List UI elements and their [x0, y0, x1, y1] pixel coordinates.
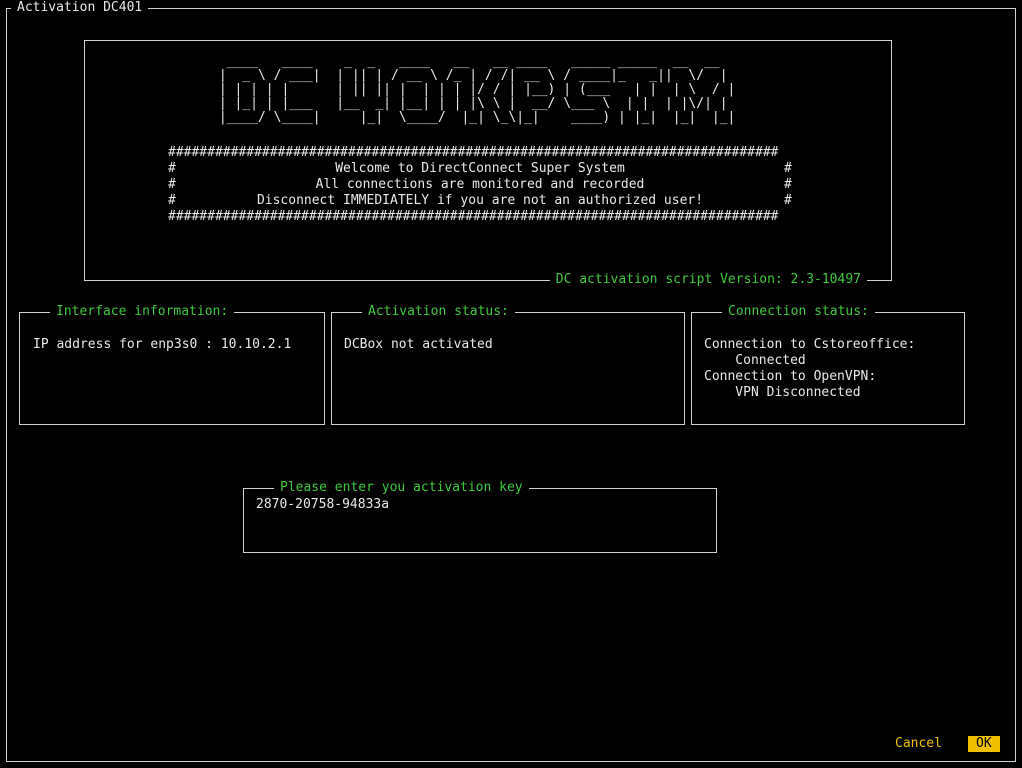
hash-border-bottom: ########################################…: [168, 209, 779, 224]
interface-panel: Interface information: IP address for en…: [19, 304, 325, 425]
activation-key-box[interactable]: Please enter you activation key 2870-207…: [243, 480, 717, 553]
activation-panel-title: Activation status:: [362, 304, 515, 320]
cancel-button[interactable]: Cancel: [891, 736, 946, 752]
banner-message-3: Disconnect IMMEDIATELY if you are not an…: [256, 193, 704, 208]
ok-button[interactable]: OK: [968, 736, 1000, 752]
activation-panel: Activation status: DCBox not activated: [331, 304, 685, 425]
ip-address-line: IP address for enp3s0 : 10.10.2.1: [33, 337, 292, 352]
hash-border-top: ########################################…: [168, 145, 779, 160]
ascii-logo: ____ ____ _ _ ____ __ __ ____ _____ ____…: [211, 54, 736, 125]
connection-panel: Connection status: Connection to Cstoreo…: [691, 304, 965, 425]
banner-message-2: All connections are monitored and record…: [315, 177, 645, 192]
connection-panel-title: Connection status:: [722, 304, 875, 320]
banner-box: ____ ____ _ _ ____ __ __ ____ _____ ____…: [84, 40, 892, 288]
activation-key-label: Please enter you activation key: [274, 480, 529, 496]
connection-line-4: VPN Disconnected: [704, 385, 861, 400]
activation-key-input[interactable]: 2870-20758-94833a: [256, 497, 389, 513]
connection-line-2: Connected: [704, 353, 806, 368]
interface-panel-title: Interface information:: [50, 304, 235, 320]
activation-status-line: DCBox not activated: [344, 337, 493, 352]
connection-line-3: Connection to OpenVPN:: [704, 369, 877, 384]
connection-line-1: Connection to Cstoreoffice:: [704, 337, 916, 352]
version-label: DC activation script Version: 2.3-10497: [549, 272, 867, 288]
banner-message-1: Welcome to DirectConnect Super System: [335, 161, 625, 176]
window-title: Activation DC401: [11, 0, 149, 16]
